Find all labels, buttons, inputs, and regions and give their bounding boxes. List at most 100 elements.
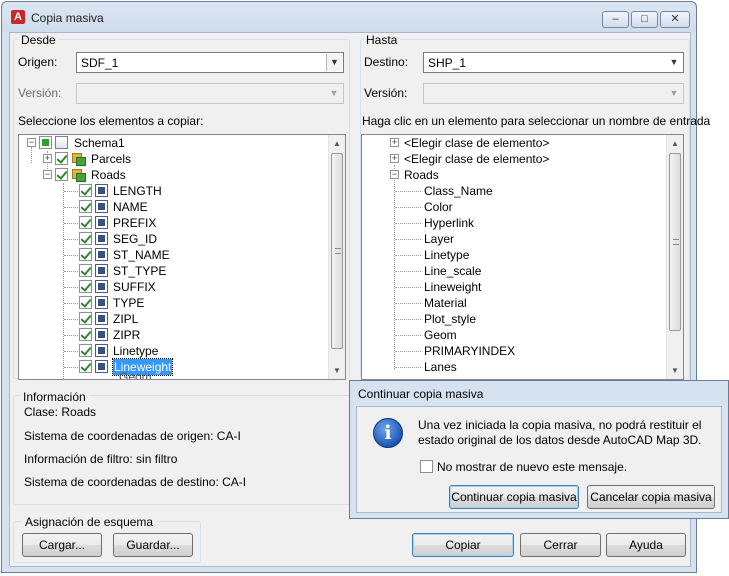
field-icon [95, 184, 108, 197]
popup-title: Continuar copia masiva [358, 387, 484, 401]
autocad-app-icon: A [11, 10, 25, 24]
tree-row-target-field[interactable]: Material [362, 295, 662, 311]
tree-row-parcels[interactable]: + Parcels [19, 151, 329, 167]
target-tree-scrollbar[interactable]: ▲ ▼ [666, 135, 683, 379]
destino-combo[interactable]: SHP_1 ▼ [423, 52, 684, 73]
field-checkbox[interactable] [79, 344, 92, 357]
tree-row-target-field[interactable]: Geom [362, 327, 662, 343]
source-tree[interactable]: − Schema1 + Parcels − Roads LENGTH NAME PR… [18, 134, 346, 380]
tree-row-schema1[interactable]: − Schema1 [19, 135, 329, 151]
tree-row-target-field[interactable]: Linetype [362, 247, 662, 263]
tree-row-class2[interactable]: + <Elegir clase de elemento> [362, 151, 662, 167]
scroll-up-icon[interactable]: ▲ [329, 135, 345, 152]
no-mostrar-checkbox[interactable] [420, 460, 433, 473]
origen-label: Origen: [18, 55, 58, 69]
window-title: Copia masiva [31, 11, 104, 25]
tree-row-field[interactable]: ST_NAME [19, 247, 329, 263]
tree-row-field[interactable]: ST_TYPE [19, 263, 329, 279]
hasta-version-dropdown-icon[interactable]: ▼ [666, 85, 682, 102]
tree-row-roads[interactable]: − Roads [19, 167, 329, 183]
origen-combo[interactable]: SDF_1 ▼ [76, 52, 344, 73]
tree-label-field: SEG_ID [113, 232, 158, 246]
guardar-button[interactable]: Guardar... [113, 533, 193, 557]
collapse-icon[interactable]: − [27, 138, 36, 147]
cancelar-copia-button[interactable]: Cancelar copia masiva [587, 485, 715, 509]
destino-label: Destino: [364, 55, 409, 69]
scroll-thumb[interactable] [331, 153, 343, 349]
desde-version-combo[interactable]: ▼ [76, 83, 344, 104]
expand-icon[interactable]: + [390, 154, 399, 163]
tree-row-target-field[interactable]: Class_Name [362, 183, 662, 199]
tree-row-target-field[interactable]: PRIMARYINDEX [362, 343, 662, 359]
field-icon [95, 296, 108, 309]
tree-row-field[interactable]: TYPE [19, 295, 329, 311]
scroll-down-icon[interactable]: ▼ [667, 362, 683, 379]
field-checkbox[interactable] [79, 232, 92, 245]
field-checkbox[interactable] [79, 216, 92, 229]
tree-row-field[interactable]: Lineweight [19, 358, 329, 376]
field-checkbox[interactable] [79, 248, 92, 261]
tree-row-partial[interactable]: Geom [19, 370, 329, 379]
continuar-copia-button[interactable]: Continuar copia masiva [449, 485, 579, 509]
cargar-button[interactable]: Cargar... [22, 533, 102, 557]
field-checkbox[interactable] [79, 296, 92, 309]
expand-icon[interactable]: + [390, 138, 399, 147]
ayuda-button[interactable]: Ayuda [606, 533, 686, 557]
tree-label-partial: Geom [119, 370, 152, 380]
scroll-thumb[interactable] [669, 153, 681, 331]
maximize-button[interactable]: □ [631, 11, 658, 28]
schema1-checkbox[interactable] [39, 136, 52, 149]
tree-label-parcels: Parcels [91, 152, 132, 166]
tree-row-field[interactable]: ZIPR [19, 327, 329, 343]
close-window-button[interactable]: ✕ [660, 11, 690, 28]
field-checkbox[interactable] [79, 184, 92, 197]
destino-dropdown-icon[interactable]: ▼ [666, 54, 682, 71]
tree-row-class1[interactable]: + <Elegir clase de elemento> [362, 135, 662, 151]
collapse-icon[interactable]: − [390, 170, 399, 179]
tree-label-target-field: Material [424, 296, 467, 310]
tree-row-target-field[interactable]: Lanes [362, 359, 662, 375]
tree-row-target-field[interactable]: Hyperlink [362, 215, 662, 231]
tree-row-field[interactable]: NAME [19, 199, 329, 215]
cerrar-button[interactable]: Cerrar [520, 533, 601, 557]
tree-label-target-field: Lanes [424, 360, 457, 374]
tree-row-target-field[interactable]: Layer [362, 231, 662, 247]
target-tree[interactable]: + <Elegir clase de elemento> + <Elegir c… [361, 134, 684, 380]
field-checkbox[interactable] [79, 328, 92, 341]
field-checkbox[interactable] [79, 360, 92, 373]
tree-row-field[interactable]: PREFIX [19, 215, 329, 231]
collapse-icon[interactable]: − [43, 170, 52, 179]
tree-row-field[interactable]: SUFFIX [19, 279, 329, 295]
no-mostrar-label[interactable]: No mostrar de nuevo este mensaje. [437, 460, 627, 474]
field-checkbox[interactable] [79, 280, 92, 293]
tree-row-target-field[interactable]: Line_scale [362, 263, 662, 279]
field-checkbox[interactable] [79, 200, 92, 213]
tree-row-field[interactable]: LENGTH [19, 183, 329, 199]
scroll-down-icon[interactable]: ▼ [329, 362, 345, 379]
field-icon [95, 248, 108, 261]
parcels-checkbox[interactable] [55, 152, 68, 165]
field-checkbox[interactable] [79, 312, 92, 325]
tree-row-target-field[interactable]: Lineweight [362, 279, 662, 295]
tree-row-field[interactable]: ZIPL [19, 311, 329, 327]
desde-version-label: Versión: [18, 86, 62, 100]
field-checkbox[interactable] [79, 264, 92, 277]
title-bar[interactable]: A Copia masiva – □ ✕ [2, 2, 696, 32]
tree-row-target-roads[interactable]: − Roads [362, 167, 662, 183]
roads-checkbox[interactable] [55, 168, 68, 181]
tree-label-target-field: PRIMARYINDEX [424, 344, 516, 358]
hasta-version-combo[interactable]: ▼ [423, 83, 684, 104]
tree-label-target-field: Line_scale [424, 264, 482, 278]
scroll-up-icon[interactable]: ▲ [667, 135, 683, 152]
source-tree-scrollbar[interactable]: ▲ ▼ [328, 135, 345, 379]
desde-version-dropdown-icon[interactable]: ▼ [326, 85, 342, 102]
tree-row-target-field[interactable]: Color [362, 199, 662, 215]
minimize-button[interactable]: – [602, 11, 629, 28]
copiar-button[interactable]: Copiar [412, 533, 514, 557]
expand-icon[interactable]: + [43, 154, 52, 163]
origen-dropdown-icon[interactable]: ▼ [326, 54, 342, 71]
tree-row-field[interactable]: SEG_ID [19, 231, 329, 247]
tree-row-field[interactable]: Linetype [19, 343, 329, 359]
tree-row-target-field[interactable]: Plot_style [362, 311, 662, 327]
info-sistema-destino: Sistema de coordenadas de destino: CA-I [24, 475, 247, 489]
